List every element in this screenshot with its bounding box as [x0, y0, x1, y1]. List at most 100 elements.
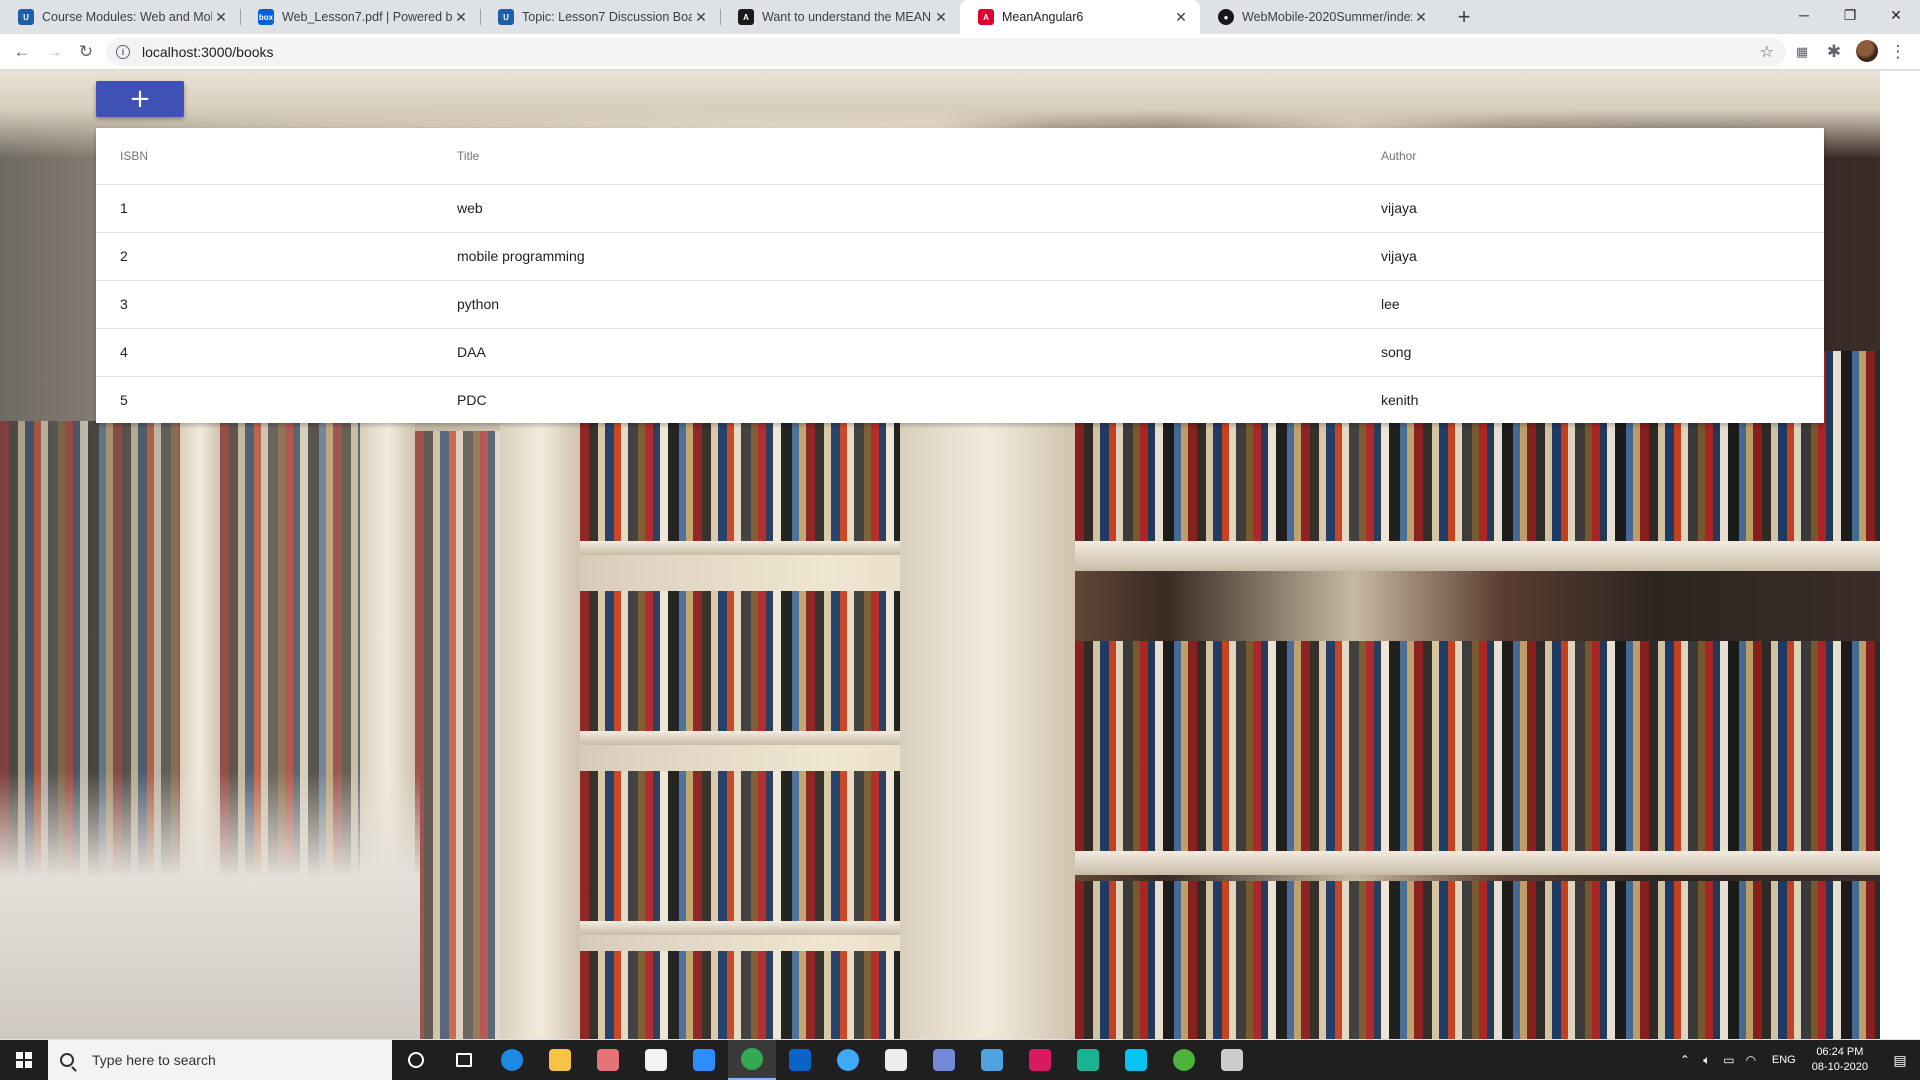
cell-title: python	[457, 280, 1381, 329]
add-book-button[interactable]: +	[96, 81, 184, 117]
clock-time: 06:24 PM	[1816, 1046, 1864, 1058]
search-placeholder: Type here to search	[92, 1052, 216, 1068]
skype-taskbar-button[interactable]	[824, 1040, 872, 1080]
bookmark-star-icon[interactable]: ☆	[1760, 42, 1774, 62]
start-button[interactable]	[0, 1040, 48, 1080]
close-icon[interactable]: ✕	[1172, 8, 1190, 26]
discord-taskbar-button[interactable]	[920, 1040, 968, 1080]
github-icon: ●	[1218, 9, 1234, 25]
books-table: ISBN Title Author 1 web vijaya 2 mobile …	[96, 128, 1824, 423]
profile-avatar[interactable]	[1856, 40, 1878, 62]
store-taskbar-button[interactable]	[632, 1040, 680, 1080]
page-scrollbar[interactable]	[1880, 71, 1920, 1039]
umkc-icon: U	[498, 9, 514, 25]
address-bar[interactable]: i localhost:3000/books ☆	[106, 38, 1786, 66]
minimize-button[interactable]: ─	[1781, 0, 1827, 30]
info-icon[interactable]: i	[116, 45, 130, 59]
table-row[interactable]: 5 PDC kenith	[96, 376, 1824, 424]
cell-author: vijaya	[1381, 232, 1824, 281]
tab-mean-stack[interactable]: A Want to understand the MEAN Stack ✕	[720, 0, 960, 34]
tab-webmobile-github[interactable]: ● WebMobile-2020Summer/index.h ✕	[1200, 0, 1440, 34]
notifications-icon[interactable]: ▤	[1880, 1052, 1920, 1069]
extensions-puzzle-icon[interactable]: ✱	[1820, 38, 1848, 66]
wifi-icon[interactable]: ◠	[1740, 1053, 1762, 1067]
mongodb-compass-icon	[1173, 1049, 1195, 1071]
column-header-title: Title	[457, 128, 1381, 185]
taskbar-search-input[interactable]: Type here to search	[48, 1040, 392, 1080]
cell-author: lee	[1381, 280, 1824, 329]
column-header-isbn: ISBN	[96, 128, 457, 185]
cell-title: DAA	[457, 328, 1381, 377]
table-row[interactable]: 2 mobile programming vijaya	[96, 232, 1824, 281]
tab-title: Web_Lesson7.pdf | Powered by Box	[282, 10, 452, 24]
url-text[interactable]: localhost:3000/books	[142, 44, 274, 60]
chrome-taskbar-button[interactable]	[728, 1040, 776, 1080]
search-icon	[60, 1053, 74, 1067]
close-icon[interactable]: ✕	[692, 8, 710, 26]
vysor-icon	[1029, 1049, 1051, 1071]
discord-icon	[933, 1049, 955, 1071]
table-row[interactable]: 4 DAA song	[96, 328, 1824, 377]
menu-kebab-icon[interactable]: ⋮	[1884, 38, 1912, 66]
cell-author: song	[1381, 328, 1824, 377]
mail-icon	[981, 1049, 1003, 1071]
windows-taskbar: Type here to search ⌃ 🔈︎ ▭ ◠ ENG 06:24 P…	[0, 1040, 1920, 1080]
reload-icon[interactable]: ↻	[72, 38, 100, 66]
tab-course-modules[interactable]: U Course Modules: Web and Mobile ✕	[0, 0, 240, 34]
restore-button[interactable]: ❐	[1827, 0, 1873, 30]
paint-taskbar-button[interactable]	[584, 1040, 632, 1080]
close-icon[interactable]: ✕	[212, 8, 230, 26]
close-icon[interactable]: ✕	[932, 8, 950, 26]
file-explorer-taskbar-button[interactable]	[536, 1040, 584, 1080]
zoom-taskbar-button[interactable]	[680, 1040, 728, 1080]
windows-logo-icon	[16, 1052, 32, 1068]
new-tab-button[interactable]: +	[1452, 6, 1476, 30]
table-header-row: ISBN Title Author	[96, 128, 1824, 185]
extension-icon[interactable]: ▦	[1788, 38, 1816, 66]
terminal-taskbar-button[interactable]	[1208, 1040, 1256, 1080]
cell-title: mobile programming	[457, 232, 1381, 281]
mn-app-icon	[885, 1049, 907, 1071]
mail-taskbar-button[interactable]	[968, 1040, 1016, 1080]
tab-title: WebMobile-2020Summer/index.h	[1242, 10, 1412, 24]
tab-discussion-board[interactable]: U Topic: Lesson7 Discussion Board ✕	[480, 0, 720, 34]
terminal-icon	[1221, 1049, 1243, 1071]
chevron-up-icon[interactable]: ⌃	[1674, 1053, 1696, 1067]
volume-icon[interactable]: 🔈︎	[1696, 1053, 1718, 1068]
cell-isbn: 4	[96, 328, 457, 377]
outlook-taskbar-button[interactable]	[776, 1040, 824, 1080]
cortana-taskbar-button[interactable]	[392, 1040, 440, 1080]
file-explorer-icon	[549, 1049, 571, 1071]
tab-web-lesson7-pdf[interactable]: box Web_Lesson7.pdf | Powered by Box ✕	[240, 0, 480, 34]
cell-title: PDC	[457, 392, 487, 409]
tab-title: Course Modules: Web and Mobile	[42, 10, 212, 24]
gitkraken-taskbar-button[interactable]	[1064, 1040, 1112, 1080]
webstorm-taskbar-button[interactable]	[1112, 1040, 1160, 1080]
battery-icon[interactable]: ▭	[1718, 1053, 1740, 1067]
cell-isbn: 1	[96, 184, 457, 233]
webstorm-icon	[1125, 1049, 1147, 1071]
box-icon: box	[258, 9, 274, 25]
browser-tab-strip: U Course Modules: Web and Mobile ✕ box W…	[0, 0, 1920, 34]
paint-icon	[597, 1049, 619, 1071]
task-view-taskbar-button[interactable]	[440, 1040, 488, 1080]
close-icon[interactable]: ✕	[452, 8, 470, 26]
back-arrow-icon[interactable]: ←	[8, 38, 36, 66]
cell-title: web	[457, 184, 1381, 233]
page-viewport: + ISBN Title Author 1 web vijaya 2 mobil…	[0, 71, 1920, 1039]
mn-app-taskbar-button[interactable]	[872, 1040, 920, 1080]
tab-title: Want to understand the MEAN Stack	[762, 10, 932, 24]
vysor-taskbar-button[interactable]	[1016, 1040, 1064, 1080]
window-close-button[interactable]: ✕	[1873, 0, 1919, 30]
edge-taskbar-button[interactable]	[488, 1040, 536, 1080]
tab-meanangular6[interactable]: A MeanAngular6 ✕	[960, 0, 1200, 34]
close-icon[interactable]: ✕	[1412, 8, 1430, 26]
language-indicator[interactable]: ENG	[1772, 1054, 1796, 1066]
mongodb-compass-taskbar-button[interactable]	[1160, 1040, 1208, 1080]
forward-arrow-icon[interactable]: →	[40, 38, 68, 66]
table-row[interactable]: 1 web vijaya	[96, 184, 1824, 233]
edge-icon	[501, 1049, 523, 1071]
table-row[interactable]: 3 python lee	[96, 280, 1824, 329]
chrome-icon	[741, 1048, 763, 1070]
clock[interactable]: 06:24 PM 08-10-2020	[1812, 1045, 1868, 1075]
